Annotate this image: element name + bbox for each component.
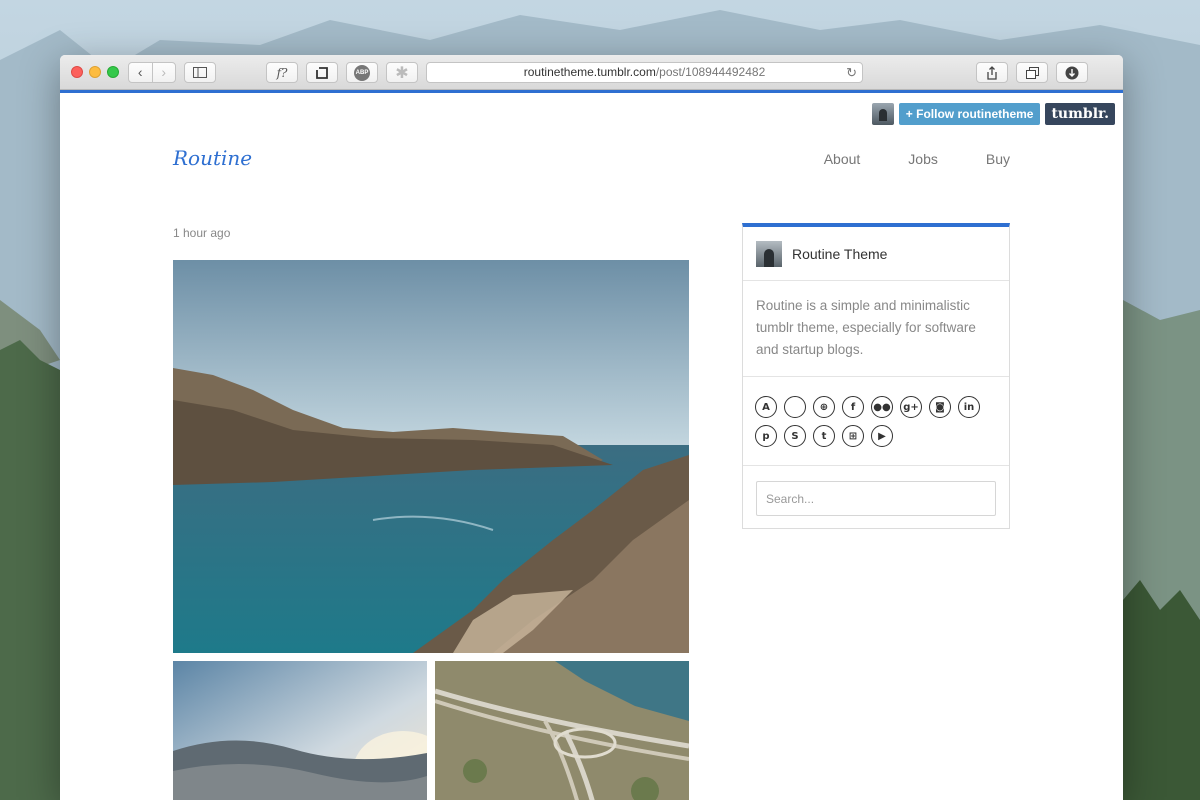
follow-button[interactable]: + Follow routinetheme (898, 103, 1041, 125)
browser-toolbar: ‹ › f? ABP ✱ routinetheme.tumblr.com/pos… (60, 55, 1123, 90)
tabs-overview-button[interactable] (1016, 62, 1048, 83)
blog-description: Routine is a simple and minimalistic tum… (743, 281, 1009, 377)
search-input[interactable] (756, 481, 996, 516)
post-photo-coast[interactable] (173, 260, 689, 653)
minimize-window-button[interactable] (89, 66, 101, 78)
close-window-button[interactable] (71, 66, 83, 78)
address-bar[interactable]: routinetheme.tumblr.com/post/10894449248… (426, 62, 863, 83)
downloads-button[interactable] (1056, 62, 1088, 83)
extension-button[interactable]: ✱ (386, 62, 418, 83)
post-photo-clouds[interactable] (173, 661, 427, 800)
url-path: /post/108944492482 (655, 65, 766, 79)
nav-jobs[interactable]: Jobs (908, 151, 938, 167)
instagram-icon[interactable]: ◙ (929, 396, 951, 418)
user-avatar[interactable] (871, 103, 894, 125)
share-button[interactable] (976, 62, 1008, 83)
asterisk-icon: ✱ (395, 64, 409, 82)
social-icons: A ⊕ f ●● g+ ◙ in p St ⊞ ▶ (743, 377, 1009, 466)
pinterest-icon[interactable]: p (755, 425, 777, 447)
dribbble-icon[interactable]: ⊕ (813, 396, 835, 418)
tumblr-controls: + Follow routinetheme tumblr. (871, 103, 1115, 125)
google-plus-icon[interactable]: g+ (900, 396, 922, 418)
post-timestamp[interactable]: 1 hour ago (173, 226, 230, 240)
blog-name[interactable]: Routine Theme (792, 246, 887, 262)
font-extension-button[interactable]: f? (266, 62, 298, 83)
site-title[interactable]: Routine (173, 146, 252, 170)
windows-icon[interactable]: ⊞ (842, 425, 864, 447)
share-icon (987, 65, 997, 80)
window-controls (71, 66, 119, 78)
twitter-icon[interactable]: t (813, 425, 835, 447)
sidebar-header: Routine Theme (743, 227, 1009, 281)
back-button[interactable]: ‹ (129, 63, 152, 82)
reload-icon[interactable]: ↻ (846, 63, 857, 82)
linkedin-icon[interactable]: in (958, 396, 980, 418)
adblock-button[interactable]: ABP (346, 62, 378, 83)
browser-window: ‹ › f? ABP ✱ routinetheme.tumblr.com/pos… (60, 55, 1123, 800)
search-area (743, 466, 1009, 531)
apple-icon[interactable] (784, 396, 806, 418)
sidebar-toggle-button[interactable] (184, 62, 216, 83)
reader-extension-button[interactable] (306, 62, 338, 83)
history-nav: ‹ › (128, 62, 176, 83)
tumblr-logo[interactable]: tumblr. (1045, 103, 1115, 125)
facebook-icon[interactable]: f (842, 396, 864, 418)
zoom-window-button[interactable] (107, 66, 119, 78)
skype-icon[interactable]: S (784, 425, 806, 447)
blog-avatar[interactable] (756, 240, 782, 267)
frame-icon (316, 66, 328, 79)
main-nav: About Jobs Buy (824, 151, 1010, 167)
forward-button[interactable]: › (151, 63, 176, 82)
post-photo-highway[interactable] (435, 661, 689, 800)
tumblr-page: + Follow routinetheme tumblr. Routine Ab… (60, 93, 1123, 800)
nav-about[interactable]: About (824, 151, 861, 167)
adblock-icon: ABP (354, 64, 370, 81)
youtube-icon[interactable]: ▶ (871, 425, 893, 447)
url-host: routinetheme.tumblr.com (523, 65, 656, 79)
nav-buy[interactable]: Buy (986, 151, 1010, 167)
sidebar-icon (193, 67, 207, 78)
sidebar: Routine Theme Routine is a simple and mi… (742, 223, 1010, 529)
tabs-icon (1025, 66, 1039, 79)
android-icon[interactable]: A (755, 396, 777, 418)
download-icon (1065, 66, 1079, 79)
flickr-icon[interactable]: ●● (871, 396, 893, 418)
